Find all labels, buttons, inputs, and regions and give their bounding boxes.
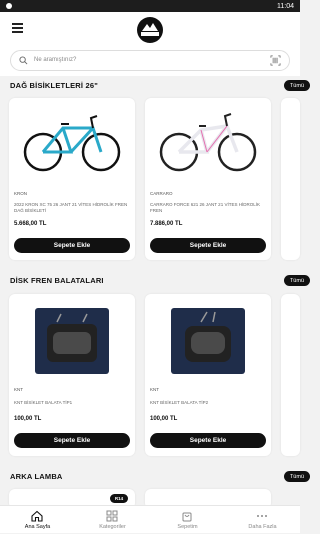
hamburger-menu-icon[interactable] xyxy=(12,23,23,33)
bicycle-image xyxy=(13,104,131,184)
brake-pad-image xyxy=(13,300,131,380)
search-bar-container: Ne aramıştınız? xyxy=(0,46,300,76)
add-to-cart-button[interactable]: Sepete Ekle xyxy=(14,238,130,253)
product-card-partial[interactable] xyxy=(281,98,300,260)
tab-label: Sepetim xyxy=(150,524,225,530)
product-name[interactable]: KNT BİSİKLET BALATA TİP2 xyxy=(150,400,266,406)
product-brand: CARRARO xyxy=(150,191,173,196)
product-card[interactable]: KNT KNT BİSİKLET BALATA TİP1 100,00 TL S… xyxy=(9,294,135,456)
tab-label: Kategoriler xyxy=(75,524,150,530)
add-to-cart-button[interactable]: Sepete Ekle xyxy=(150,238,266,253)
brand-logo[interactable] xyxy=(137,17,163,43)
badge: R14 xyxy=(110,494,128,503)
search-input[interactable]: Ne aramıştınız? xyxy=(10,50,290,71)
app-bar xyxy=(0,12,300,46)
product-card[interactable]: KRON 2022 KRON XC 75 26 JANT 21 VİTES Hİ… xyxy=(9,98,135,260)
search-icon xyxy=(19,56,28,65)
bottom-tab-bar: Ana Sayfa Kategoriler Sepetim Daha Fazla xyxy=(0,505,300,533)
search-placeholder: Ne aramıştınız? xyxy=(34,57,76,63)
notification-icon xyxy=(6,3,12,9)
product-card-partial[interactable] xyxy=(281,294,300,456)
section-title-mountain-bikes: DAĞ BİSİKLETLERİ 26" xyxy=(10,81,98,90)
tab-label: Daha Fazla xyxy=(225,524,300,530)
tab-categories[interactable]: Kategoriler xyxy=(75,506,150,534)
tab-cart[interactable]: Sepetim xyxy=(150,506,225,534)
home-icon xyxy=(31,510,43,522)
product-name[interactable]: 2022 KRON XC 75 26 JANT 21 VİTES HİDROLİ… xyxy=(14,202,130,214)
see-all-brake-pads-button[interactable]: Tümü xyxy=(284,275,310,286)
product-name[interactable]: KNT BİSİKLET BALATA TİP1 xyxy=(14,400,130,406)
add-to-cart-button[interactable]: Sepete Ekle xyxy=(150,433,266,448)
product-brand: KRON xyxy=(14,191,27,196)
grid-icon xyxy=(106,510,118,522)
bicycle-image xyxy=(149,104,267,184)
product-brand: KNT xyxy=(150,387,159,392)
product-brand: KNT xyxy=(14,387,23,392)
section-title-disc-brake-pads: DİSK FREN BALATALARI xyxy=(10,276,104,285)
product-card[interactable]: KNT KNT BİSİKLET BALATA TİP2 100,00 TL S… xyxy=(145,294,271,456)
product-price: 100,00 TL xyxy=(14,416,41,422)
see-all-mountain-bikes-button[interactable]: Tümü xyxy=(284,80,310,91)
status-time: 11:04 xyxy=(277,3,294,10)
status-bar: 11:04 xyxy=(0,0,300,12)
product-card[interactable]: CARRARO CARRARO FORCE 621 26 JANT 21 VİT… xyxy=(145,98,271,260)
tab-more[interactable]: Daha Fazla xyxy=(225,506,300,534)
product-price: 7.886,00 TL xyxy=(150,221,182,227)
section-title-rear-lights: ARKA LAMBA xyxy=(10,472,63,481)
more-icon xyxy=(256,510,268,522)
add-to-cart-button[interactable]: Sepete Ekle xyxy=(14,433,130,448)
cart-icon xyxy=(181,510,193,522)
tab-label: Ana Sayfa xyxy=(0,524,75,530)
brake-pad-image xyxy=(149,300,267,380)
product-name[interactable]: CARRARO FORCE 621 26 JANT 21 VİTES HİDRO… xyxy=(150,202,266,214)
product-price: 100,00 TL xyxy=(150,416,177,422)
tab-home[interactable]: Ana Sayfa xyxy=(0,506,75,534)
see-all-rear-lights-button[interactable]: Tümü xyxy=(284,471,310,482)
product-price: 5.668,00 TL xyxy=(14,221,46,227)
barcode-scan-icon[interactable] xyxy=(270,55,281,66)
